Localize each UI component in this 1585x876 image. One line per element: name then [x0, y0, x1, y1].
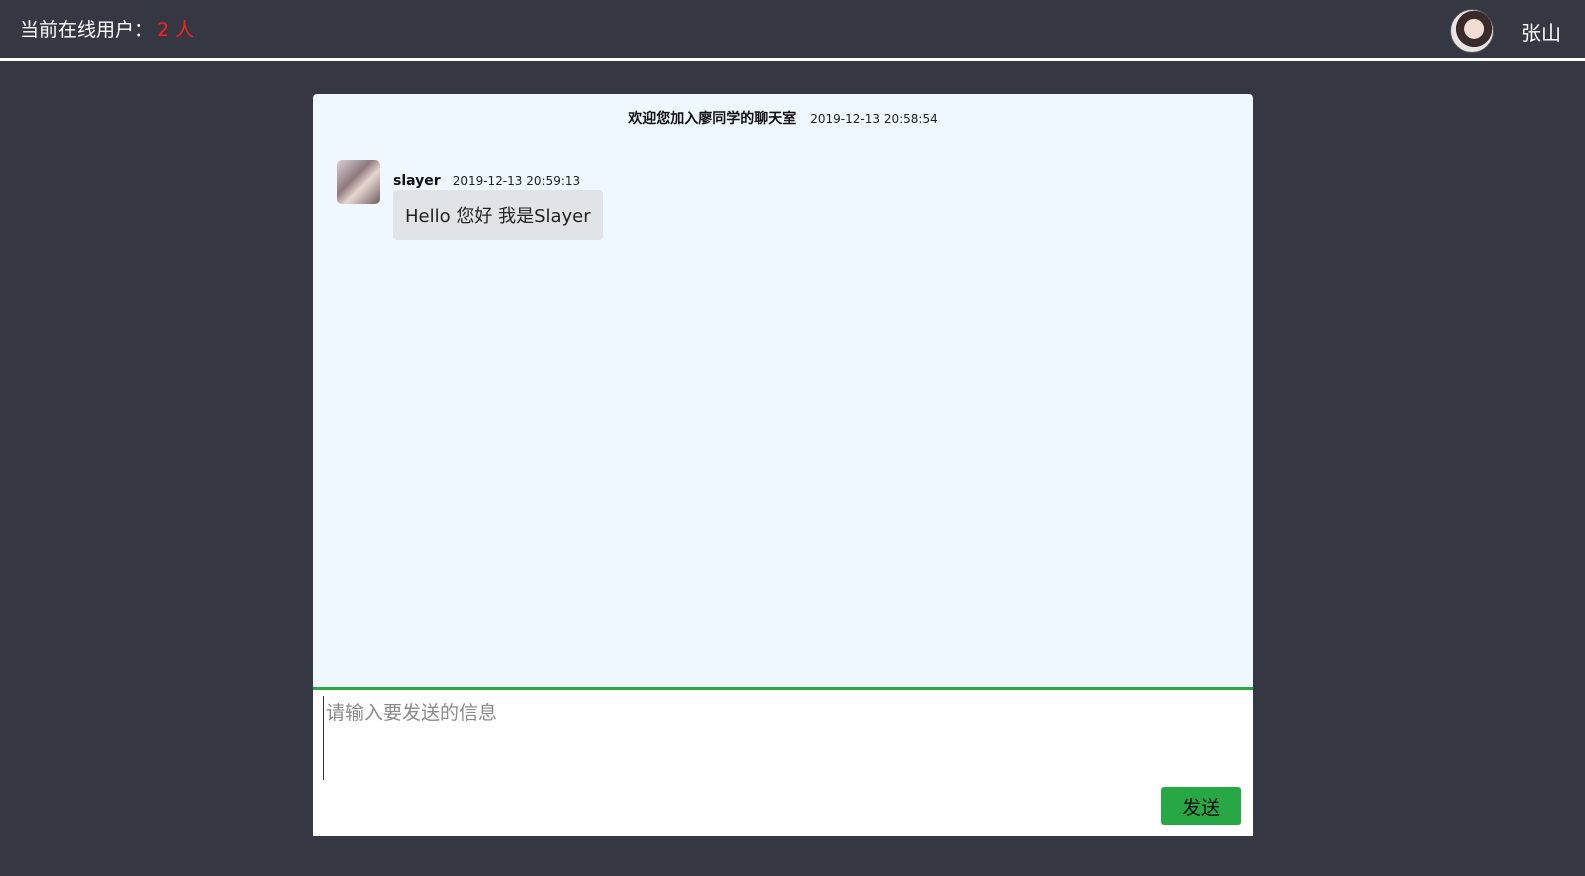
sender-avatar: [337, 160, 380, 204]
top-bar: 当前在线用户： 2 人 张山: [0, 0, 1585, 61]
message-input[interactable]: [323, 696, 1243, 780]
chat-panel: 欢迎您加入廖同学的聊天室 2019-12-13 20:58:54 slayer 20…: [313, 94, 1253, 836]
sender-name: slayer: [393, 173, 441, 189]
message-bubble: Hello 您好 我是Slayer: [393, 190, 603, 240]
message-time: 2019-12-13 20:59:13: [452, 174, 581, 188]
send-button[interactable]: 发送: [1161, 787, 1241, 825]
system-notice: 欢迎您加入廖同学的聊天室 2019-12-13 20:58:54: [313, 108, 1253, 128]
user-avatar[interactable]: [1450, 9, 1494, 53]
current-user[interactable]: 张山: [1450, 9, 1561, 53]
welcome-text: 欢迎您加入廖同学的聊天室: [628, 111, 797, 127]
online-users-label: 当前在线用户：: [20, 19, 154, 41]
online-users-indicator: 当前在线用户： 2 人: [20, 18, 194, 42]
notice-time: 2019-12-13 20:58:54: [810, 112, 938, 126]
message-header: slayer 2019-12-13 20:59:13: [393, 170, 580, 189]
message-composer: 发送: [313, 687, 1253, 836]
current-username: 张山: [1521, 20, 1561, 45]
online-users-count: 2 人: [157, 19, 195, 41]
